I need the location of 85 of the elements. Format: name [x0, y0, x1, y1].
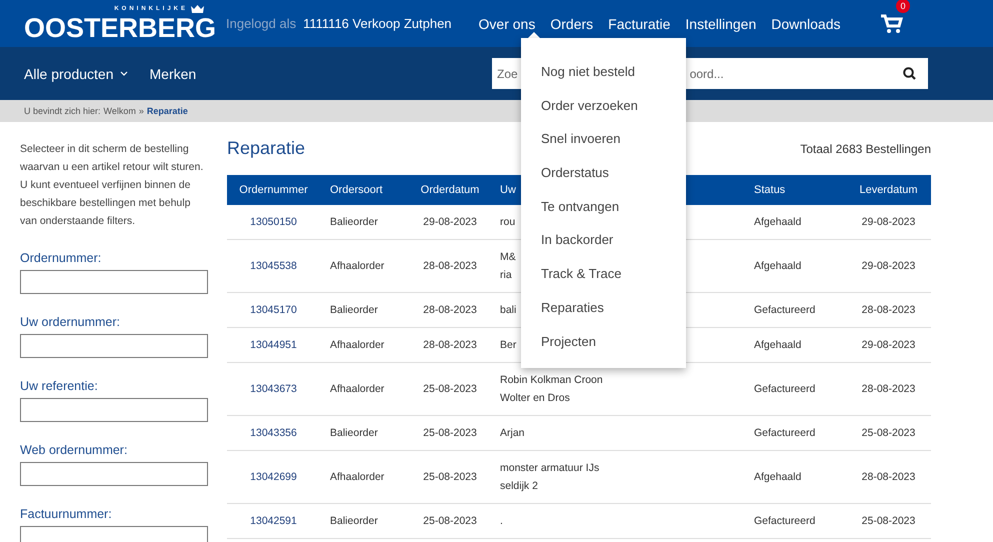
menu-item[interactable]: Snel invoeren	[521, 121, 626, 156]
column-header[interactable]: Status	[744, 175, 846, 205]
column-header[interactable]: Ordernummer	[227, 175, 320, 205]
filter-label: Ordernummer:	[20, 251, 102, 265]
logo-wordmark[interactable]: OOSTERBERG	[24, 13, 216, 43]
cart-icon[interactable]	[881, 14, 903, 34]
menu-item[interactable]: Reparaties	[521, 290, 610, 324]
column-header[interactable]: Leverdatum	[846, 175, 931, 205]
table-cell: 28-08-2023	[410, 240, 490, 292]
menu-item[interactable]: Track & Trace	[521, 256, 628, 290]
filter-label: Factuurnummer:	[20, 507, 113, 521]
table-cell: 25-08-2023	[410, 504, 490, 538]
menu-item[interactable]: Order verzoeken	[521, 88, 644, 122]
table-cell: Balieorder	[320, 205, 410, 240]
login-label: Ingelogd als	[226, 16, 296, 31]
order-number-link[interactable]: 13050150	[227, 205, 320, 240]
table-cell: 29-08-2023	[410, 205, 490, 240]
table-cell: Afhaalorder	[320, 450, 410, 504]
order-number-link[interactable]: 13042591	[227, 504, 320, 538]
table-cell: 29-08-2023	[846, 205, 931, 240]
nav-link[interactable]: Orders	[550, 16, 594, 32]
nav-link[interactable]: Merken	[150, 66, 196, 82]
order-number-link[interactable]: 13043673	[227, 362, 320, 416]
breadcrumb-item[interactable]: Welkom	[104, 106, 136, 116]
table-cell: 25-08-2023	[846, 504, 931, 538]
table-cell: 28-08-2023	[846, 292, 931, 328]
total-count: Totaal 2683 Bestellingen	[800, 142, 931, 156]
table-cell: Gefactureerd	[744, 504, 846, 538]
table-cell: 28-08-2023	[410, 292, 490, 328]
filter-input[interactable]	[20, 270, 208, 294]
table-cell: Gefactureerd	[744, 292, 846, 328]
table-cell: 25-08-2023	[846, 416, 931, 450]
search-icon[interactable]	[903, 67, 916, 80]
breadcrumb-separator: »	[138, 106, 144, 116]
table-cell: 28-08-2023	[846, 362, 931, 416]
table-cell: 25-08-2023	[410, 362, 490, 416]
table-cell: Arjan	[490, 416, 744, 450]
order-number-link[interactable]: 13045538	[227, 240, 320, 292]
table-cell: monster armatuur IJs seldijk 2	[490, 450, 744, 504]
intro-text: Selecteer in dit scherm de bestelling waarvan u een artikel retour wilt sturen.	[20, 142, 204, 175]
nav-link[interactable]: Facturatie	[608, 16, 670, 32]
table-cell: Afgehaald	[744, 205, 846, 240]
filter-label: Uw ordernummer:	[20, 315, 122, 329]
table-cell: Balieorder	[320, 292, 410, 328]
table-cell: 25-08-2023	[410, 450, 490, 504]
column-header[interactable]: Ordersoort	[320, 175, 410, 205]
table-cell: 28-08-2023	[846, 450, 931, 504]
table-cell: Afgehaald	[744, 240, 846, 292]
filter-label: Uw referentie:	[20, 379, 99, 393]
breadcrumb-prefix: U bevindt zich hier:	[24, 106, 101, 116]
table-cell: Balieorder	[320, 504, 410, 538]
table-cell: Balieorder	[320, 416, 410, 450]
order-number-link[interactable]: 13045170	[227, 292, 320, 328]
table-cell: 29-08-2023	[846, 240, 931, 292]
order-number-link[interactable]: 13044951	[227, 328, 320, 362]
filter-label: Web ordernummer:	[20, 443, 128, 457]
table-cell: 29-08-2023	[846, 328, 931, 362]
chevron-down-icon	[120, 71, 128, 76]
table-cell: Gefactureerd	[744, 362, 846, 416]
column-header[interactable]: Orderdatum	[410, 175, 490, 205]
table-cell: Gefactureerd	[744, 416, 846, 450]
intro-text: U kunt eventueel verfijnen binnen de beschikbare bestellingen met behulp van onderstaande filters.	[20, 178, 192, 229]
page-title: Reparatie	[227, 138, 306, 159]
order-number-link[interactable]: 13042699	[227, 450, 320, 504]
table-cell: .	[490, 504, 744, 538]
order-number-link[interactable]: 13043356	[227, 416, 320, 450]
cart-count-badge: 0	[896, 0, 910, 12]
products-menu[interactable]: Alle producten	[24, 66, 128, 82]
table-cell: Afhaalorder	[320, 328, 410, 362]
nav-link[interactable]: Downloads	[771, 16, 840, 32]
table-cell: Afgehaald	[744, 328, 846, 362]
table-cell: Afhaalorder	[320, 362, 410, 416]
filter-input[interactable]	[20, 398, 208, 422]
user-name: 1111116 Verkoop Zutphen	[303, 16, 452, 31]
filter-input[interactable]	[20, 334, 208, 358]
table-cell: Afhaalorder	[320, 240, 410, 292]
nav-link[interactable]: Instellingen	[685, 16, 756, 32]
breadcrumb-item: Reparatie	[146, 106, 188, 116]
filter-input[interactable]	[20, 462, 208, 486]
menu-item[interactable]: Orderstatus	[521, 155, 615, 189]
table-cell: 28-08-2023	[410, 328, 490, 362]
table-cell: Afgehaald	[744, 450, 846, 504]
table-cell: 25-08-2023	[410, 416, 490, 450]
crown-icon	[191, 4, 204, 12]
nav-link[interactable]: Over ons	[478, 16, 536, 32]
